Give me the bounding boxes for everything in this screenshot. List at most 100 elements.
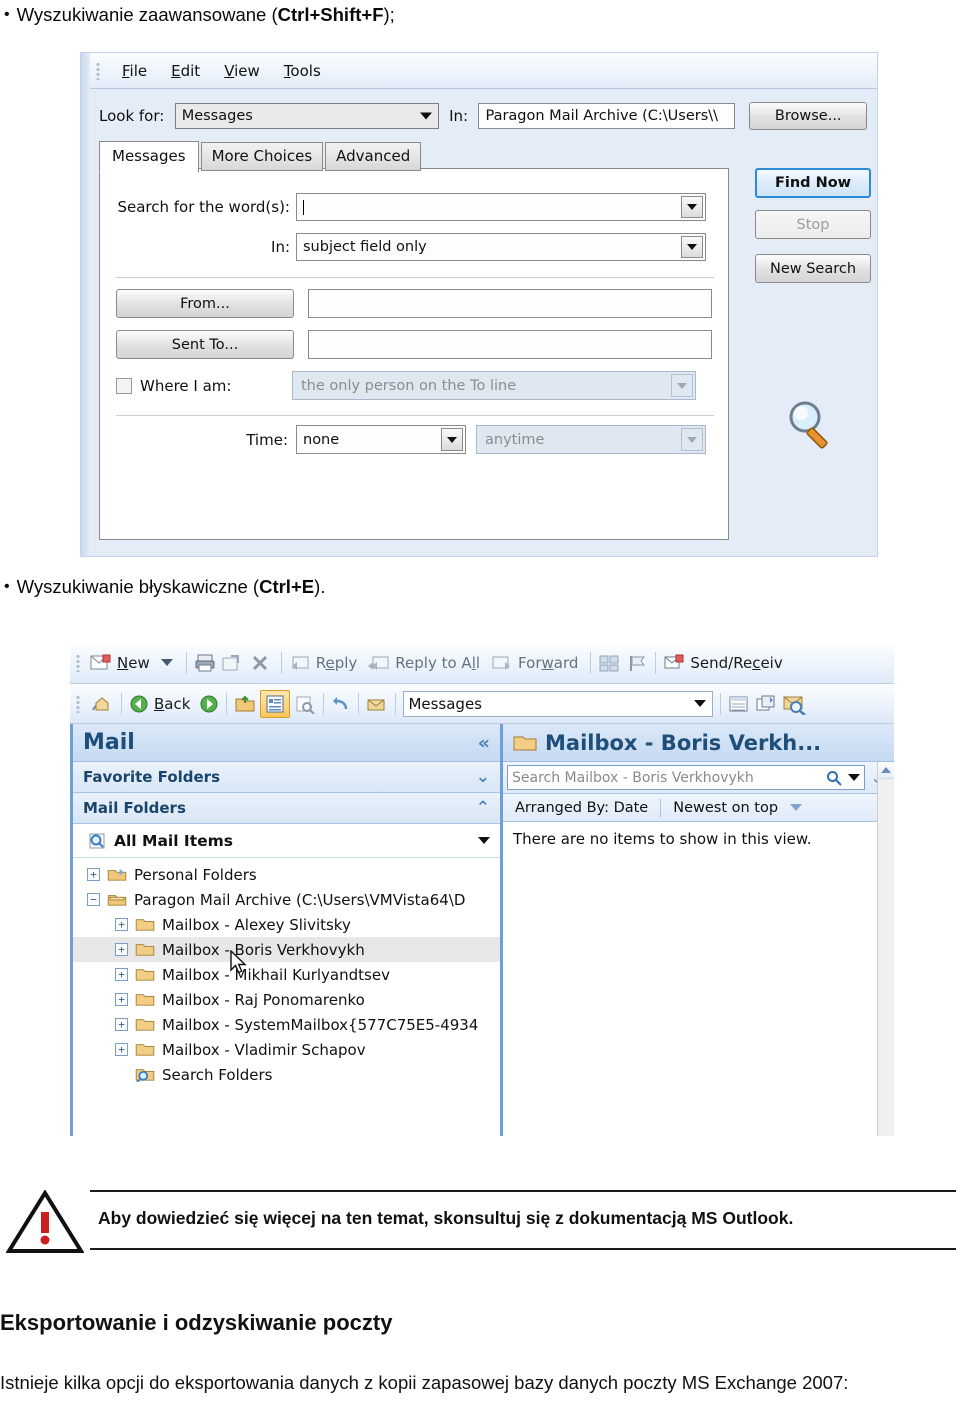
tree-node-search-folders[interactable]: Search Folders — [73, 1062, 500, 1087]
new-mail-icon[interactable] — [90, 654, 112, 672]
browse-button[interactable]: Browse... — [749, 102, 867, 130]
chevron-double-down-icon[interactable]: ⌄ — [476, 767, 490, 787]
caret-down-icon[interactable] — [847, 774, 860, 781]
warning-triangle-icon — [6, 1190, 84, 1253]
open-folder-icon[interactable] — [234, 694, 256, 714]
reply-all-icon[interactable] — [368, 654, 390, 672]
search-in-dropdown-button[interactable] — [681, 236, 703, 258]
arrange-icon[interactable] — [755, 694, 777, 714]
search-words-dropdown-button[interactable] — [681, 196, 703, 218]
in-path-field[interactable]: Paragon Mail Archive (C:\Users\\ — [478, 103, 736, 129]
find-now-button[interactable]: Find Now — [755, 168, 871, 198]
new-search-button[interactable]: New Search — [755, 254, 871, 283]
tree-node-mailbox-systemmailbox[interactable]: + Mailbox - SystemMailbox{577C75E5-4934 — [73, 1012, 500, 1037]
caret-down-icon[interactable] — [790, 804, 803, 811]
tab-advanced[interactable]: Advanced — [325, 142, 422, 171]
menu-item-tools[interactable]: Tools — [272, 60, 333, 82]
reading-pane-toggle[interactable] — [260, 689, 291, 718]
toolbar-separator — [121, 692, 122, 715]
chevron-double-up-icon[interactable]: ⌃ — [476, 798, 490, 818]
nav-pane-title: Mail — [83, 730, 135, 755]
favorite-folders-section[interactable]: Favorite Folders ⌄ — [73, 762, 500, 793]
toolbar-grip-icon[interactable] — [96, 61, 100, 80]
send-receive-icon[interactable] — [663, 653, 685, 673]
forward-icon[interactable] — [491, 654, 513, 672]
list-view-icon[interactable] — [728, 694, 750, 714]
where-i-am-dropdown-button[interactable] — [671, 374, 693, 397]
delete-icon[interactable] — [250, 653, 270, 673]
expander-icon[interactable]: + — [115, 993, 128, 1006]
from-button[interactable]: From... — [116, 289, 294, 318]
tab-messages[interactable]: Messages — [99, 141, 199, 173]
find-icon[interactable] — [782, 693, 807, 715]
print-preview-icon[interactable] — [294, 694, 316, 714]
undo-icon[interactable] — [331, 694, 351, 714]
time-range-combo[interactable]: anytime — [476, 425, 706, 454]
back-arrow-icon[interactable] — [129, 694, 149, 714]
menu-item-edit[interactable]: Edit — [159, 60, 212, 82]
time-dropdown-button[interactable] — [441, 428, 463, 451]
back-button-label[interactable]: Back — [154, 695, 190, 713]
expander-icon[interactable]: + — [115, 943, 128, 956]
search-words-input[interactable] — [296, 193, 706, 221]
time-field-combo[interactable]: none — [296, 425, 466, 454]
magnifier-icon — [789, 401, 828, 449]
list-pane-scrollbar[interactable] — [877, 762, 894, 1136]
send-receive-button-label[interactable]: Send/Receiv — [690, 654, 782, 672]
forward-button-label[interactable]: Forward — [518, 654, 578, 672]
expander-icon[interactable]: + — [115, 1043, 128, 1056]
expander-icon[interactable]: + — [87, 868, 100, 881]
home-icon[interactable] — [90, 694, 114, 714]
reply-all-button-label[interactable]: Reply to All — [395, 654, 480, 672]
search-folder-icon — [135, 1069, 155, 1082]
move-to-folder-icon[interactable] — [220, 653, 242, 673]
mail-folders-section[interactable]: Mail Folders ⌃ — [73, 793, 500, 824]
tree-node-mailbox-mikhail-kurlyandtsev[interactable]: + Mailbox - Mikhail Kurlyandtsev — [73, 950, 500, 987]
instant-search-input[interactable]: Search Mailbox - Boris Verkhovykh — [507, 765, 865, 790]
new-dropdown-arrow-icon[interactable] — [160, 659, 173, 666]
reply-button-label[interactable]: Reply — [316, 654, 358, 672]
search-in-combo[interactable]: subject field only — [296, 233, 706, 261]
flag-icon[interactable] — [626, 653, 648, 673]
menu-item-view[interactable]: View — [212, 60, 272, 82]
mail-folders-label: Mail Folders — [83, 799, 186, 817]
tree-node-label: Mailbox - Vladimir Schapov — [162, 1040, 366, 1059]
stop-button[interactable]: Stop — [755, 210, 871, 239]
tab-more-choices[interactable]: More Choices — [200, 142, 324, 171]
sent-to-input[interactable] — [308, 330, 712, 359]
magnifier-icon[interactable] — [826, 770, 842, 786]
tree-node-mailbox-boris-verkhovykh[interactable]: + Mailbox - Boris Verkhovykh — [73, 937, 500, 962]
toolbar-grip-icon[interactable] — [76, 694, 80, 713]
layout-icon[interactable] — [598, 653, 620, 673]
tree-node-personal-folders[interactable]: + Personal Folders — [73, 862, 500, 887]
scroll-up-arrow-icon[interactable] — [878, 762, 894, 779]
caret-down-icon[interactable] — [478, 837, 490, 844]
arranged-by-label[interactable]: Arranged By: Date — [503, 800, 660, 816]
sent-to-button[interactable]: Sent To... — [116, 330, 294, 359]
expander-icon[interactable]: + — [115, 968, 128, 981]
chevron-double-left-icon[interactable]: « — [478, 732, 490, 754]
all-mail-items-label: All Mail Items — [114, 831, 233, 850]
expander-icon[interactable]: + — [115, 1018, 128, 1031]
reply-icon[interactable] — [289, 654, 311, 672]
all-mail-items-row[interactable]: All Mail Items — [73, 824, 500, 858]
sort-order-label[interactable]: Newest on top — [661, 800, 790, 816]
look-for-combo[interactable]: Messages — [174, 103, 439, 129]
tree-node-mailbox-vladimir-schapov[interactable]: + Mailbox - Vladimir Schapov — [73, 1037, 500, 1062]
time-range-dropdown-button[interactable] — [681, 428, 703, 451]
new-button-label[interactable]: New — [117, 654, 150, 672]
where-i-am-checkbox[interactable] — [116, 377, 132, 394]
print-icon[interactable] — [194, 653, 216, 673]
menu-item-file[interactable]: File — [110, 60, 159, 82]
where-i-am-combo[interactable]: the only person on the To line — [292, 371, 696, 400]
tree-node-mailbox-raj-ponomarenko[interactable]: + Mailbox - Raj Ponomarenko — [73, 987, 500, 1012]
tree-node-paragon-mail-archive[interactable]: − Paragon Mail Archive (C:\Users\VMVista… — [73, 887, 500, 912]
search-scope-combo[interactable]: Messages — [403, 690, 714, 717]
toolbar-grip-icon[interactable] — [76, 653, 80, 672]
mail-alert-icon[interactable] — [366, 694, 388, 714]
tree-node-mailbox-alexey-slivitsky[interactable]: + Mailbox - Alexey Slivitsky — [73, 912, 500, 937]
from-input[interactable] — [308, 289, 712, 318]
collapser-icon[interactable]: − — [87, 893, 100, 906]
expander-icon[interactable]: + — [115, 918, 128, 931]
forward-arrow-icon[interactable] — [199, 694, 219, 714]
